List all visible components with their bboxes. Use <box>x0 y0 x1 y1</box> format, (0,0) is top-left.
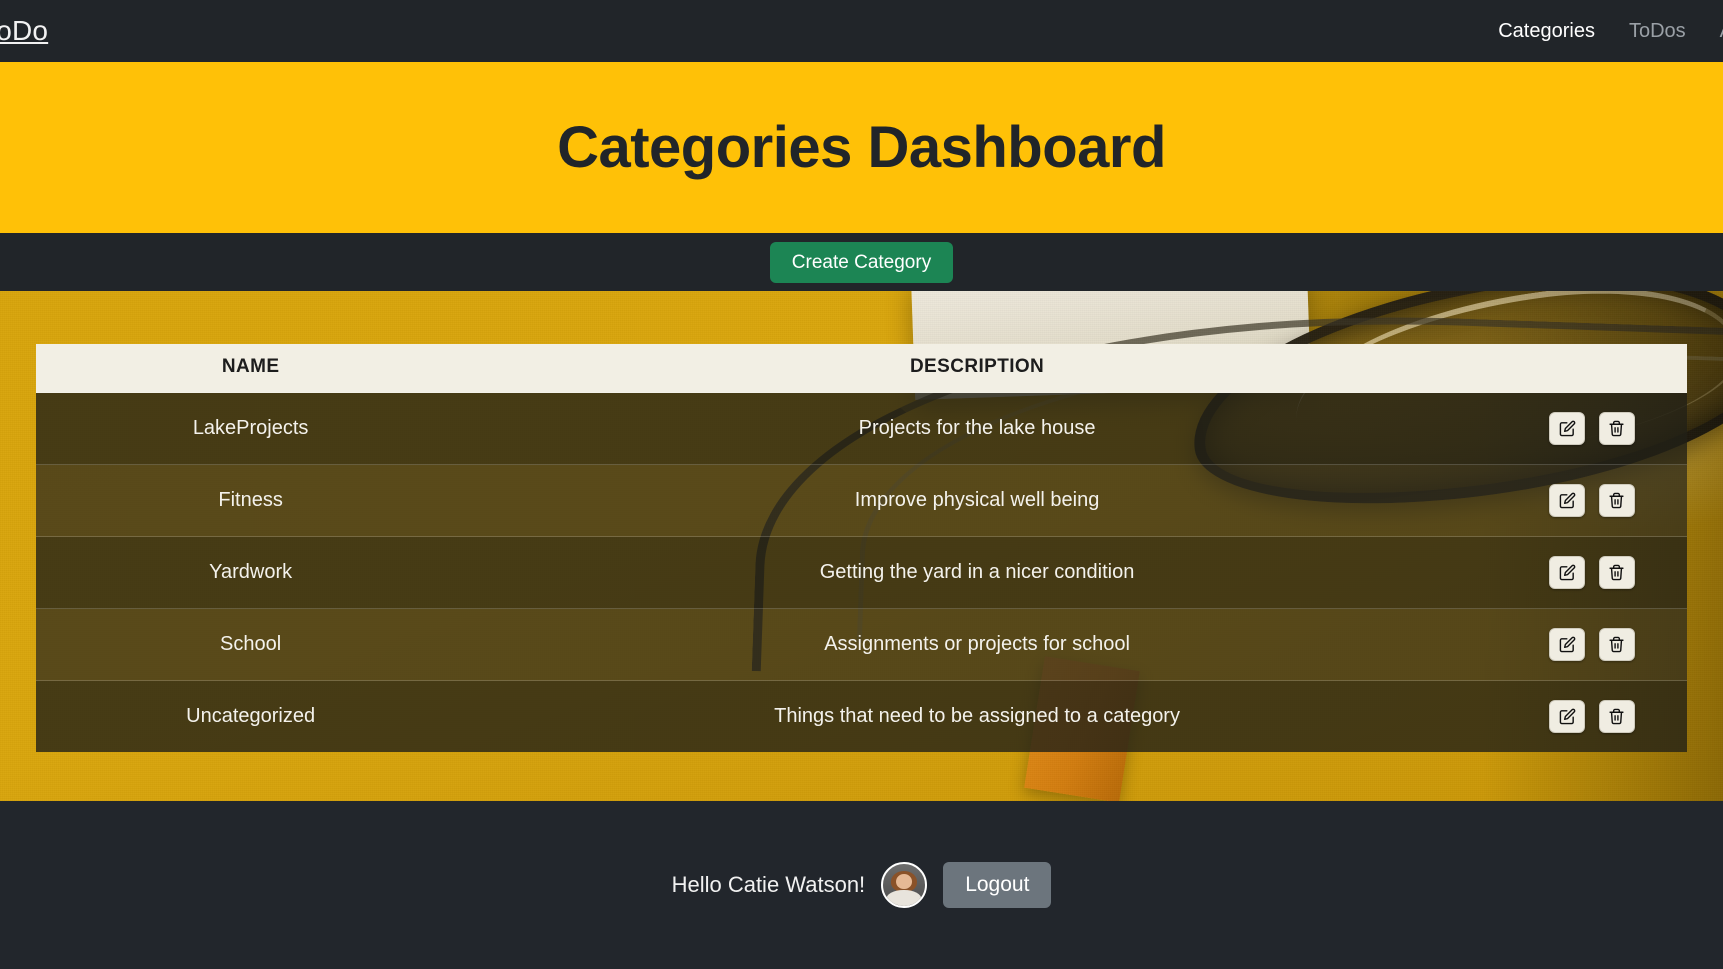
avatar <box>881 862 928 908</box>
cell-description: Getting the yard in a nicer condition <box>819 561 1135 583</box>
create-category-button[interactable]: Create Category <box>769 241 954 283</box>
categories-table: NAME DESCRIPTION LakeProjects Projects f… <box>36 344 1687 752</box>
nav-links: Categories ToDos A <box>1498 20 1723 43</box>
top-navbar: ToDo Categories ToDos A <box>0 0 1723 62</box>
edit-pencil-icon[interactable] <box>1549 700 1586 733</box>
table-row: LakeProjects Projects for the lake house <box>36 392 1687 465</box>
cell-name: Uncategorized <box>186 705 316 727</box>
cell-actions <box>1489 537 1687 609</box>
nav-link-todos[interactable]: ToDos <box>1629 20 1686 43</box>
hero-banner: Categories Dashboard <box>0 62 1723 233</box>
trash-icon[interactable] <box>1598 628 1635 661</box>
edit-pencil-icon[interactable] <box>1549 484 1586 517</box>
table-head: NAME DESCRIPTION <box>36 344 1687 393</box>
cell-actions <box>1489 681 1687 753</box>
action-bar: Create Category <box>0 233 1723 291</box>
table-header-row: NAME DESCRIPTION <box>36 344 1687 393</box>
cell-actions <box>1489 609 1687 681</box>
main-content: NAME DESCRIPTION LakeProjects Projects f… <box>0 291 1723 801</box>
cell-actions <box>1489 465 1687 537</box>
nav-link-categories[interactable]: Categories <box>1498 20 1595 43</box>
trash-icon[interactable] <box>1598 412 1635 445</box>
cell-description: Projects for the lake house <box>858 417 1096 439</box>
table-row: Fitness Improve physical well being <box>36 464 1687 537</box>
table-row: School Assignments or projects for schoo… <box>36 608 1687 681</box>
edit-pencil-icon[interactable] <box>1549 412 1586 445</box>
table-body: LakeProjects Projects for the lake house <box>36 392 1687 753</box>
cell-actions <box>1489 393 1687 465</box>
logout-button[interactable]: Logout <box>943 862 1052 908</box>
avatar-body <box>886 890 922 906</box>
trash-icon[interactable] <box>1598 700 1635 733</box>
cell-name: Fitness <box>218 489 283 511</box>
user-greeting: Hello Catie Watson! <box>671 872 866 897</box>
column-header-description: DESCRIPTION <box>465 344 1489 393</box>
cell-description: Assignments or projects for school <box>824 633 1130 655</box>
cell-name: Yardwork <box>209 561 293 583</box>
avatar-face <box>896 874 913 890</box>
edit-pencil-icon[interactable] <box>1549 628 1586 661</box>
page-root: ToDo Categories ToDos A Categories Dashb… <box>0 0 1723 969</box>
column-header-name: NAME <box>36 344 466 393</box>
categories-table-container: NAME DESCRIPTION LakeProjects Projects f… <box>36 344 1687 752</box>
cell-name: School <box>220 633 282 655</box>
cell-description: Things that need to be assigned to a cat… <box>774 705 1180 727</box>
edit-pencil-icon[interactable] <box>1549 556 1586 589</box>
nav-link-truncated[interactable]: A <box>1720 20 1723 43</box>
column-header-actions <box>1488 344 1687 393</box>
cell-description: Improve physical well being <box>854 489 1100 511</box>
footer-bar: Hello Catie Watson! Logout <box>0 801 1723 969</box>
trash-icon[interactable] <box>1598 484 1635 517</box>
cell-name: LakeProjects <box>192 417 309 439</box>
brand-logo[interactable]: ToDo <box>0 15 48 47</box>
page-title: Categories Dashboard <box>557 115 1166 180</box>
trash-icon[interactable] <box>1598 556 1635 589</box>
table-row: Yardwork Getting the yard in a nicer con… <box>36 536 1687 609</box>
table-row: Uncategorized Things that need to be ass… <box>36 680 1687 753</box>
